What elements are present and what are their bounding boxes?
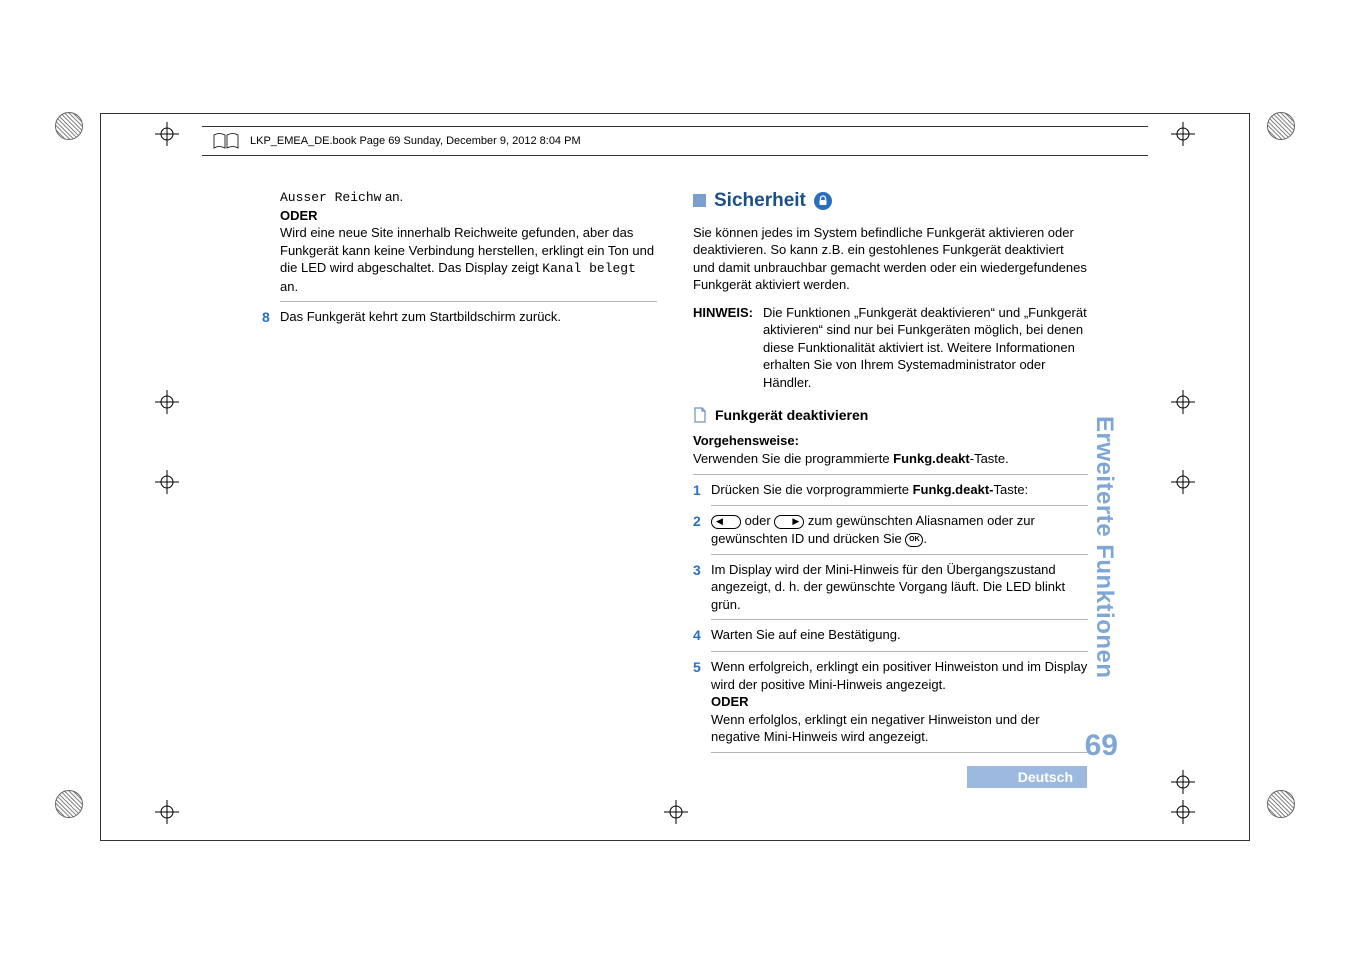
divider [711, 651, 1088, 652]
divider [711, 752, 1088, 753]
section-heading: Sicherheit [693, 188, 1088, 214]
body-text: an. [381, 189, 403, 204]
page-number: 69 [1085, 729, 1118, 763]
subsection-heading: Funkgerät deaktivieren [693, 406, 1088, 425]
lock-icon [814, 192, 832, 210]
step-number: 3 [693, 561, 711, 580]
step-body: Im Display wird der Mini-Hinweis für den… [711, 561, 1088, 614]
ok-button-icon: OK [905, 533, 923, 547]
step-body: Warten Sie auf eine Bestätigung. [711, 626, 1088, 644]
note-body: Die Funktionen „Funkgerät deaktivieren“ … [763, 304, 1088, 392]
hash-corner-bl [55, 790, 83, 818]
bullet-square-icon [693, 194, 706, 207]
side-tab: Erweiterte Funktionen [1090, 416, 1118, 679]
step-1: 1 Drücken Sie die vorprogrammierte Funkg… [693, 481, 1088, 500]
note-block: HINWEIS: Die Funktionen „Funkgerät deakt… [693, 304, 1088, 392]
registration-mark [664, 800, 688, 824]
step-number: 1 [693, 481, 711, 500]
right-column: Sicherheit Sie können jedes im System be… [693, 188, 1088, 750]
registration-mark [1171, 800, 1195, 824]
step-number: 2 [693, 512, 711, 531]
step-body: Wenn erfolgreich, erklingt ein positiver… [711, 658, 1088, 746]
document-icon [693, 407, 707, 423]
divider [280, 301, 657, 302]
book-icon [212, 132, 240, 150]
divider [711, 619, 1088, 620]
or-label: ODER [280, 207, 657, 225]
step-8: 8 Das Funkgerät kehrt zum Startbildschir… [262, 308, 657, 327]
page-body: LKP_EMEA_DE.book Page 69 Sunday, Decembe… [262, 188, 1088, 750]
language-footer: Deutsch [967, 766, 1087, 788]
step-body: oder zum gewünschten Aliasnamen oder zur… [711, 512, 1088, 547]
step-number: 4 [693, 626, 711, 645]
note-label: HINWEIS: [693, 304, 753, 392]
hash-corner-tl [55, 112, 83, 140]
left-arrow-button-icon [711, 515, 741, 529]
registration-mark [1171, 470, 1195, 494]
step-body: Das Funkgerät kehrt zum Startbildschirm … [280, 308, 657, 326]
body-text: Wird eine neue Site innerhalb Reichweite… [280, 224, 657, 295]
registration-mark [155, 122, 179, 146]
section-title: Sicherheit [714, 188, 806, 214]
intro-paragraph: Sie können jedes im System befindliche F… [693, 224, 1088, 294]
registration-mark [155, 390, 179, 414]
step-2: 2 oder zum gewünschten Aliasnamen oder z… [693, 512, 1088, 547]
running-head-text: LKP_EMEA_DE.book Page 69 Sunday, Decembe… [250, 135, 581, 147]
divider [711, 505, 1088, 506]
left-column: Ausser Reichw an. ODER Wird eine neue Si… [262, 188, 657, 750]
step-4: 4 Warten Sie auf eine Bestätigung. [693, 626, 1088, 645]
registration-mark [155, 470, 179, 494]
hash-corner-br [1267, 790, 1295, 818]
code-text: Ausser Reichw [280, 190, 381, 205]
step-3: 3 Im Display wird der Mini-Hinweis für d… [693, 561, 1088, 614]
divider [693, 474, 1088, 475]
step-number: 8 [262, 308, 280, 327]
registration-mark [1171, 122, 1195, 146]
hash-corner-tr [1267, 112, 1295, 140]
divider [711, 554, 1088, 555]
registration-mark [155, 800, 179, 824]
running-head: LKP_EMEA_DE.book Page 69 Sunday, Decembe… [202, 126, 1148, 156]
subsection-title: Funkgerät deaktivieren [715, 406, 868, 425]
step-body: Drücken Sie die vorprogrammierte Funkg.d… [711, 481, 1088, 499]
step-5: 5 Wenn erfolgreich, erklingt ein positiv… [693, 658, 1088, 746]
procedure-intro: Vorgehensweise: Verwenden Sie die progra… [693, 432, 1088, 467]
registration-mark [1171, 390, 1195, 414]
registration-mark [1171, 770, 1195, 794]
right-arrow-button-icon [774, 515, 804, 529]
step-number: 5 [693, 658, 711, 677]
